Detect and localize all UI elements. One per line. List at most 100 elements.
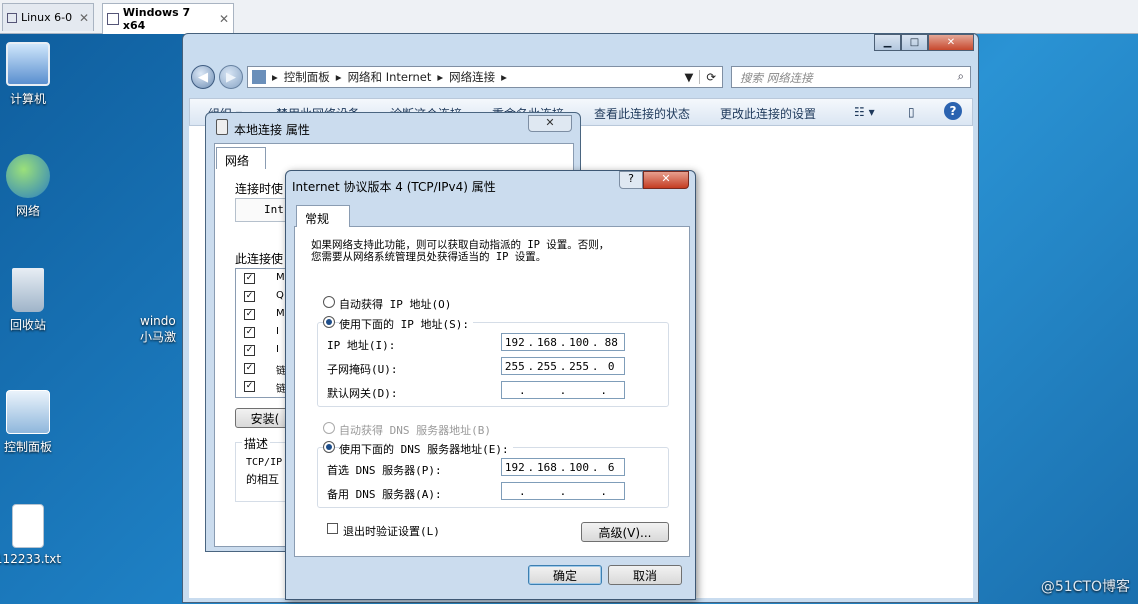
vm-tab-windows[interactable]: Windows 7 x64 ✕ [102,3,234,34]
item-checkbox[interactable]: ✓ [244,345,255,356]
window-controls: ▁ □ ✕ [874,34,974,51]
octet: 192 [504,335,525,349]
preferred-dns-label: 首选 DNS 服务器(P): [327,464,442,477]
octet: 255 [569,359,590,373]
refresh-icon[interactable]: ⟳ [699,70,722,84]
cancel-button[interactable]: 取消 [608,565,682,585]
item-checkbox[interactable]: ✓ [244,291,255,302]
tab-pane: 如果网络支持此功能，则可以获取自动指派的 IP 设置。否则， 您需要从网络系统管… [294,226,690,557]
maximize-button[interactable]: □ [901,34,928,51]
desktop-icon-label: 计算机 [9,92,46,106]
desktop-icon-textfile[interactable]: 112233.txt [0,504,63,566]
desktop-icon-network[interactable]: 网络 [0,154,63,219]
breadcrumb-sep-icon: ▸ [335,70,342,84]
close-button[interactable]: ✕ [528,115,572,132]
breadcrumb-item[interactable]: 网络连接 [449,69,495,85]
auto-dns-radio [323,422,335,434]
validate-label[interactable]: 退出时验证设置(L) [343,523,440,539]
subnet-mask-label: 子网掩码(U): [327,363,398,376]
preview-pane-icon[interactable]: ▯ [908,105,915,119]
close-icon[interactable]: ✕ [79,11,89,25]
validate-checkbox[interactable] [327,523,338,534]
description-label: 描述 [242,435,271,452]
preferred-dns-field[interactable]: 192. 168. 100. 6 [501,458,625,476]
intro-line: 如果网络支持此功能，则可以获取自动指派的 IP 设置。否则， [311,239,610,251]
item-label: M [276,308,285,319]
address-bar[interactable]: ▸ 控制面板 ▸ 网络和 Internet ▸ 网络连接 ▸ ▼ ⟳ [247,66,723,88]
desktop-icon-partial[interactable]: windo 小马激 [140,284,186,345]
desktop-icon-label: windo [140,314,176,328]
octet-sep: . [519,484,526,498]
item-checkbox[interactable]: ✓ [244,327,255,338]
breadcrumb-item[interactable]: 网络和 Internet [348,69,432,85]
item-label: I [276,326,279,337]
minimize-button[interactable]: ▁ [874,34,901,51]
advanced-button[interactable]: 高级(V)... [581,522,669,542]
help-button[interactable]: ? [619,171,643,189]
octet: 88 [604,335,618,349]
desktop-icon-recycle[interactable]: 回收站 [0,268,63,333]
desktop-icon-label: 回收站 [9,318,46,332]
breadcrumb-sep-icon: ▸ [501,70,507,84]
item-label: Q [276,290,284,301]
use-dns-radio[interactable] [323,441,335,453]
desktop-icon-label: 网络 [15,204,40,218]
ok-button[interactable]: 确定 [528,565,602,585]
close-button[interactable]: ✕ [928,34,974,51]
help-icon[interactable]: ? [944,102,962,120]
back-button[interactable]: ◀ [191,65,215,89]
item-checkbox[interactable]: ✓ [244,363,255,374]
auto-ip-radio[interactable] [323,296,335,308]
network-folder-icon [252,70,266,84]
text-file-icon [12,504,44,548]
octet-sep: . [600,484,607,498]
octet: 255 [504,359,525,373]
recycle-bin-icon [12,268,44,312]
breadcrumb-sep-icon: ▸ [437,70,444,84]
intro-text: 如果网络支持此功能，则可以获取自动指派的 IP 设置。否则， 您需要从网络系统管… [311,239,609,263]
item-checkbox[interactable]: ✓ [244,273,255,284]
alternate-dns-label: 备用 DNS 服务器(A): [327,488,442,501]
octet-sep: . [600,383,607,397]
feather-icon [140,284,186,314]
forward-button[interactable]: ▶ [219,65,243,89]
cmd-change-settings[interactable]: 更改此连接的设置 [720,105,816,122]
item-checkbox[interactable]: ✓ [244,309,255,320]
cmd-view-status[interactable]: 查看此连接的状态 [594,105,690,122]
vm-icon [7,12,17,23]
vm-tab-linux[interactable]: Linux 6-0 ✕ [2,3,94,31]
desktop-icon-control-panel[interactable]: 控制面板 [0,390,63,455]
tab-network[interactable]: 网络 [216,147,266,169]
subnet-mask-field[interactable]: 255. 255. 255. 0 [501,357,625,375]
alternate-dns-field[interactable]: ... [501,482,625,500]
watermark: @51CTO博客 [1040,579,1130,595]
gateway-field[interactable]: ... [501,381,625,399]
intro-line: 您需要从网络系统管理员处获得适当的 IP 设置。 [311,251,547,263]
adapter-name: Int [264,203,284,216]
description-line: TCP/IP [246,457,283,468]
item-label: I [276,344,279,355]
tcpipv4-properties-dialog: Internet 协议版本 4 (TCP/IPv4) 属性 ? ✕ 常规 如果网… [285,170,696,600]
octet: 0 [607,359,615,373]
breadcrumb-sep-icon: ▸ [272,70,278,84]
breadcrumb-item[interactable]: 控制面板 [284,69,330,85]
desktop-icon-computer[interactable]: 计算机 [0,42,63,107]
use-ip-radio[interactable] [323,316,335,328]
use-dns-label[interactable]: 使用下面的 DNS 服务器地址(E): [339,441,513,457]
auto-ip-label[interactable]: 自动获得 IP 地址(O) [339,296,451,312]
search-icon[interactable]: ⌕ [958,69,964,84]
item-checkbox[interactable]: ✓ [244,381,255,392]
close-button[interactable]: ✕ [643,171,689,189]
chevron-down-icon[interactable]: ▼ [685,70,694,84]
octet: 168 [536,460,557,474]
view-options-icon[interactable]: ☷ ▾ [854,105,875,119]
search-input[interactable]: 搜索 网络连接 ⌕ [731,66,971,88]
tab-general[interactable]: 常规 [296,205,350,227]
close-icon[interactable]: ✕ [219,12,229,26]
use-ip-label[interactable]: 使用下面的 IP 地址(S): [339,316,473,332]
dialog-title: 本地连接 属性 [234,123,310,137]
vm-tab-bar: Linux 6-0 ✕ Windows 7 x64 ✕ [0,0,1138,34]
ip-address-field[interactable]: 192. 168. 100. 88 [501,333,625,351]
octet: 255 [536,359,557,373]
network-icon [6,154,50,198]
